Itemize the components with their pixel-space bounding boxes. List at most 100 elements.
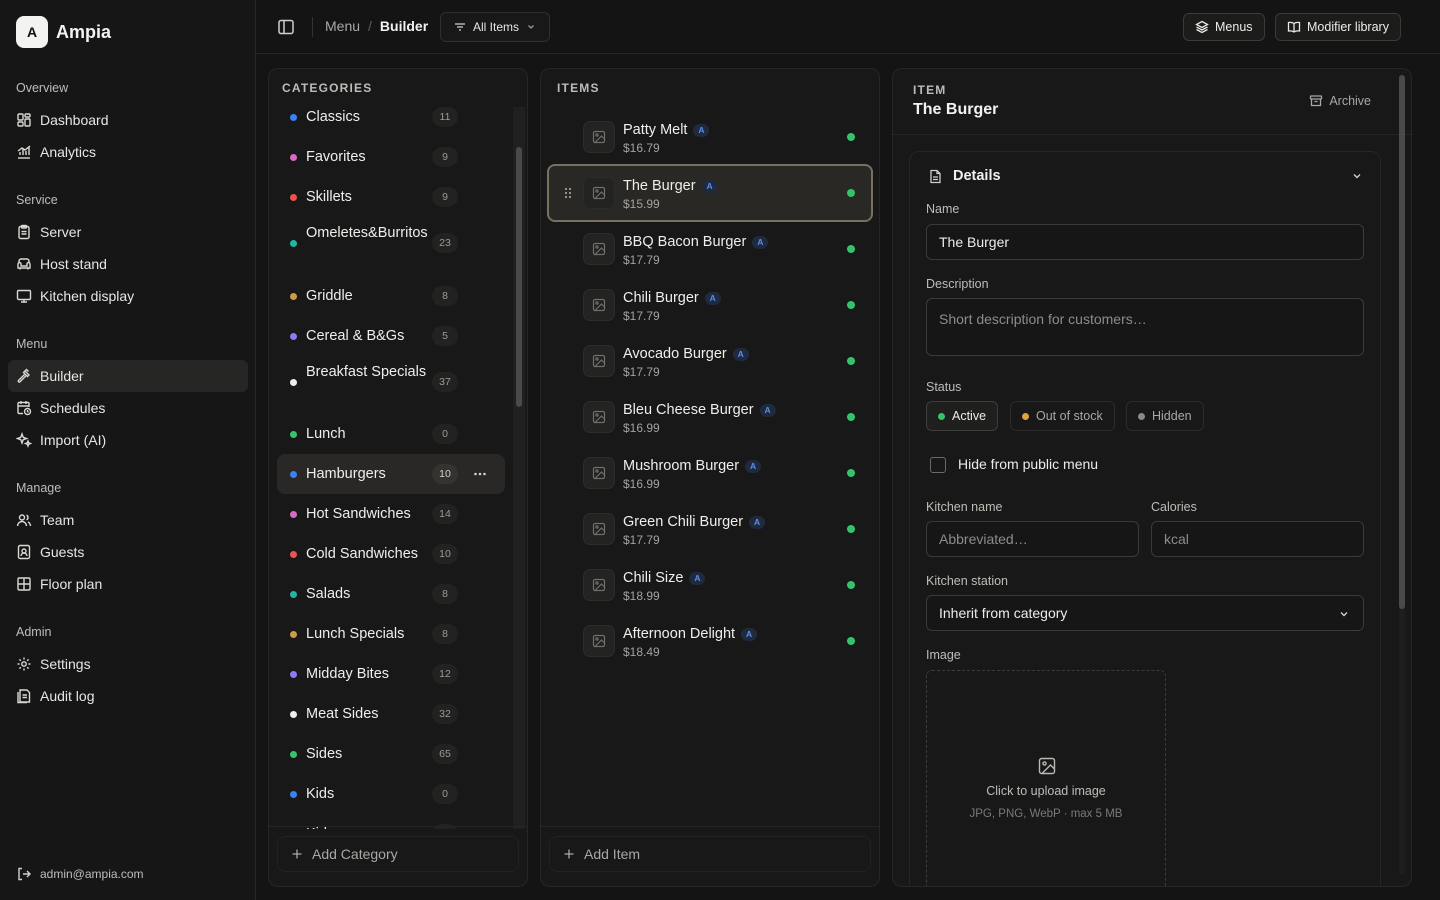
item-row[interactable]: Afternoon Delight A $18.49 xyxy=(547,612,873,670)
hide-from-public-label[interactable]: Hide from public menu xyxy=(958,456,1098,472)
category-item[interactable]: Lunch Specials 8 xyxy=(277,614,505,654)
item-price: $17.79 xyxy=(623,253,660,267)
item-status-dot xyxy=(847,525,855,533)
drag-handle-icon[interactable] xyxy=(563,186,573,200)
category-item[interactable]: Sides 65 xyxy=(277,734,505,774)
kitchen-name-input[interactable]: Abbreviated… xyxy=(926,521,1139,557)
item-row[interactable]: BBQ Bacon Burger A $17.79 xyxy=(547,220,873,278)
category-scrollbar[interactable] xyxy=(513,107,525,829)
category-name: Lunch Specials xyxy=(306,626,405,642)
nav-section-overview: Overview Dashboard Analytics xyxy=(0,78,256,168)
category-item[interactable]: Midday Bites 12 xyxy=(277,654,505,694)
category-item[interactable]: Hot Sandwiches 14 xyxy=(277,494,505,534)
category-item[interactable]: Griddle 8 xyxy=(277,276,505,316)
sign-out-link[interactable]: admin@ampia.com xyxy=(16,866,144,882)
category-count-badge: 9 xyxy=(432,147,458,167)
category-item[interactable]: Salads 8 xyxy=(277,574,505,614)
brand[interactable]: A Ampia xyxy=(16,16,111,48)
sidebar-item-dashboard[interactable]: Dashboard xyxy=(8,104,248,136)
category-item[interactable]: Hamburgers 10 xyxy=(277,454,505,494)
category-item[interactable]: Breakfast Specials 37 xyxy=(277,356,505,408)
category-name: Skillets xyxy=(306,189,352,205)
sidebar-item-label: Builder xyxy=(40,368,84,384)
sidebar-item-label: Audit log xyxy=(40,688,95,704)
category-color-dot xyxy=(290,193,297,201)
category-name: Kids xyxy=(306,786,335,802)
breadcrumb-current: Builder xyxy=(379,18,429,34)
sidebar-item-settings[interactable]: Settings xyxy=(8,648,248,680)
category-scrollbar-thumb[interactable] xyxy=(516,147,522,407)
category-item[interactable]: Classics 11 xyxy=(277,107,505,137)
detail-scrollbar-thumb[interactable] xyxy=(1399,75,1405,609)
sidebar-item-server[interactable]: Server xyxy=(8,216,248,248)
sidebar-item-floor-plan[interactable]: Floor plan xyxy=(8,568,248,600)
item-row[interactable]: Patty Melt A $16.79 xyxy=(547,108,873,166)
description-textarea[interactable]: Short description for customers… xyxy=(926,298,1364,356)
item-filter-select[interactable]: All Items xyxy=(440,12,551,42)
archive-label: Archive xyxy=(1329,94,1371,108)
details-section-toggle[interactable]: Details xyxy=(928,168,1001,184)
archive-icon xyxy=(1309,94,1323,108)
nav-section-admin: Admin Settings Audit log xyxy=(0,622,256,712)
item-name-text: BBQ Bacon Burger xyxy=(623,234,747,250)
sidebar-item-team[interactable]: Team xyxy=(8,504,248,536)
kitchen-name-label: Kitchen name xyxy=(926,500,1003,514)
sidebar-toggle-button[interactable] xyxy=(276,17,296,37)
breadcrumb-menu[interactable]: Menu xyxy=(325,18,360,34)
menus-button[interactable]: Menus xyxy=(1183,13,1265,41)
category-item[interactable]: Omeletes&Burritos 23 xyxy=(277,217,505,269)
breadcrumb: Menu / Builder xyxy=(325,18,428,34)
sidebar-item-guests[interactable]: Guests xyxy=(8,536,248,568)
item-row[interactable]: Mushroom Burger A $16.99 xyxy=(547,444,873,502)
category-item[interactable]: Skillets 9 xyxy=(277,177,505,217)
name-input[interactable]: The Burger xyxy=(926,224,1364,260)
chevron-down-icon[interactable] xyxy=(1350,169,1364,183)
sidebar-item-schedules[interactable]: Schedules xyxy=(8,392,248,424)
category-color-dot xyxy=(290,710,297,718)
item-row[interactable]: Avocado Burger A $17.79 xyxy=(547,332,873,390)
calories-input[interactable]: kcal xyxy=(1151,521,1364,557)
status-hidden-option[interactable]: Hidden xyxy=(1126,401,1204,431)
item-row[interactable]: The Burger A $15.99 xyxy=(547,164,873,222)
item-price: $17.79 xyxy=(623,309,660,323)
add-item-button[interactable]: Add Item xyxy=(549,836,871,872)
sidebar-item-import[interactable]: Import (AI) xyxy=(8,424,248,456)
sidebar-item-analytics[interactable]: Analytics xyxy=(8,136,248,168)
image-upload-dropzone[interactable]: Click to upload image JPG, PNG, WebP · m… xyxy=(926,670,1166,886)
sidebar-item-host-stand[interactable]: Host stand xyxy=(8,248,248,280)
more-options-icon[interactable] xyxy=(472,466,488,482)
item-row[interactable]: Chili Burger A $17.79 xyxy=(547,276,873,334)
sidebar-item-audit-log[interactable]: Audit log xyxy=(8,680,248,712)
archive-button[interactable]: Archive xyxy=(1309,94,1371,108)
kitchen-station-select[interactable]: Inherit from category xyxy=(926,595,1364,631)
category-item[interactable]: Kids 0 xyxy=(277,774,505,814)
image-icon xyxy=(1037,756,1057,776)
nav-section-menu: Menu Builder Schedules Import (AI) xyxy=(0,334,256,456)
item-row[interactable]: Chili Size A $18.99 xyxy=(547,556,873,614)
category-item[interactable]: Cereal & B&Gs 5 xyxy=(277,316,505,356)
items-title: ITEMS xyxy=(557,81,600,95)
nav-heading: Service xyxy=(16,193,58,207)
item-row[interactable]: Green Chili Burger A $17.79 xyxy=(547,500,873,558)
sidebar-item-builder[interactable]: Builder xyxy=(8,360,248,392)
sidebar-item-kitchen-display[interactable]: Kitchen display xyxy=(8,280,248,312)
item-row[interactable]: Bleu Cheese Burger A $16.99 xyxy=(547,388,873,446)
detail-scrollbar[interactable] xyxy=(1399,75,1405,875)
add-category-button[interactable]: Add Category xyxy=(277,836,519,872)
category-item[interactable]: Lunch 0 xyxy=(277,414,505,454)
status-dot xyxy=(1022,412,1029,420)
category-count-badge: 23 xyxy=(432,233,458,253)
status-dot xyxy=(938,412,945,420)
hide-from-public-checkbox[interactable] xyxy=(930,457,946,473)
category-item[interactable]: Favorites 9 xyxy=(277,137,505,177)
category-item[interactable]: Meat Sides 32 xyxy=(277,694,505,734)
status-active-option[interactable]: Active xyxy=(926,401,999,431)
status-out-of-stock-option[interactable]: Out of stock xyxy=(1010,401,1115,431)
filter-label: All Items xyxy=(473,20,520,34)
item-status-dot xyxy=(847,301,855,309)
item-name: Patty Melt A xyxy=(623,122,710,138)
plus-icon xyxy=(290,847,304,861)
modifier-library-button[interactable]: Modifier library xyxy=(1275,13,1401,41)
category-name: Classics xyxy=(306,109,360,125)
category-item[interactable]: Cold Sandwiches 10 xyxy=(277,534,505,574)
